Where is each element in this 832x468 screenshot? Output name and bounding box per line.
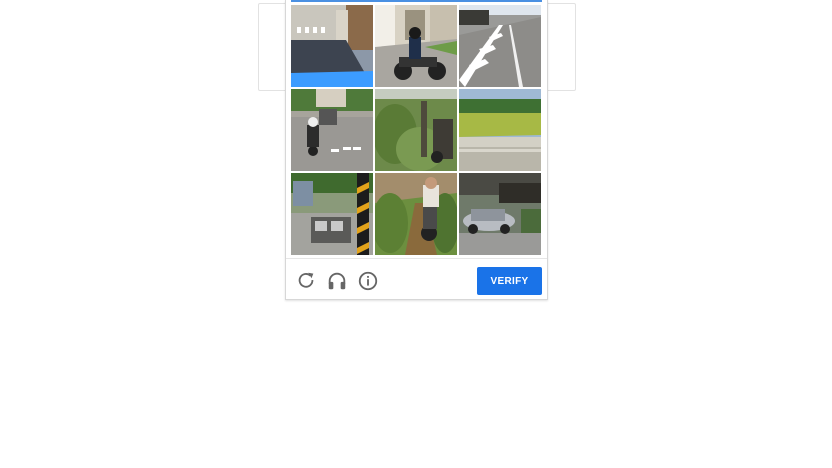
image-tile-4[interactable] (291, 89, 373, 171)
image-tile-7[interactable] (291, 173, 373, 255)
image-tile-6[interactable] (459, 89, 541, 171)
info-icon[interactable] (357, 270, 379, 292)
image-tile-5[interactable] (375, 89, 457, 171)
captcha-challenge: VERIFY (285, 0, 548, 300)
image-tile-2[interactable] (375, 5, 457, 87)
image-tile-8[interactable] (375, 173, 457, 255)
headphones-icon[interactable] (326, 270, 348, 292)
verify-button[interactable]: VERIFY (477, 267, 542, 295)
image-tile-9[interactable] (459, 173, 541, 255)
image-tile-1[interactable] (291, 5, 373, 87)
reload-icon[interactable] (295, 270, 317, 292)
captcha-footer: VERIFY (286, 258, 547, 300)
header-accent-bar (291, 0, 542, 2)
image-tile-3[interactable] (459, 5, 541, 87)
image-grid (291, 5, 543, 257)
